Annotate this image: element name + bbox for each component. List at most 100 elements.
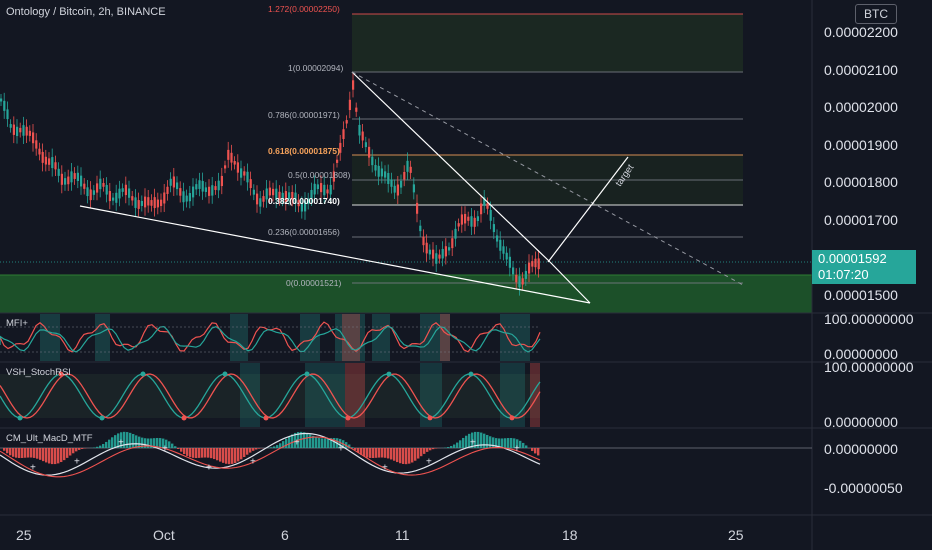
indicator-name-mfi[interactable]: MFI+ [6, 318, 28, 329]
macd-histogram-bar [255, 448, 258, 450]
candle-body [48, 158, 51, 165]
candle-body [185, 195, 188, 202]
candle-body [246, 171, 249, 183]
macd-histogram-bar [102, 443, 105, 448]
macd-histogram-bar [174, 446, 177, 448]
macd-histogram-bar [24, 448, 27, 458]
macd-histogram-bar [273, 446, 276, 448]
candle-body [160, 199, 163, 207]
candle-body [147, 197, 150, 206]
macd-histogram-bar [537, 448, 540, 456]
candle-body [329, 184, 332, 195]
candle-body [524, 270, 527, 279]
currency-button[interactable]: BTC [855, 4, 897, 24]
candle-body [502, 246, 505, 254]
macd-cross-mark: + [382, 462, 388, 473]
candle-body [419, 225, 422, 232]
macd-histogram-bar [42, 448, 45, 462]
candle-body [86, 187, 89, 197]
macd-histogram-bar [459, 440, 462, 448]
macd-histogram-bar [249, 448, 252, 453]
macd-histogram-bar [489, 436, 492, 448]
indicator-name-macd[interactable]: CM_Ult_MacD_MTF [6, 433, 93, 444]
macd-histogram-bar [6, 448, 9, 454]
macd-histogram-bar [429, 448, 432, 451]
stoch-cross-dot [99, 415, 105, 421]
macd-cross-mark: + [74, 457, 80, 468]
macd-histogram-bar [222, 448, 225, 463]
price-label: 0.00001700 [824, 212, 898, 228]
macd-histogram-bar [48, 448, 51, 464]
symbol-title[interactable]: Ontology / Bitcoin, 2h, BINANCE [6, 6, 166, 18]
candle-body [256, 193, 259, 205]
candle-body [387, 173, 390, 185]
macd-histogram-bar [285, 438, 288, 448]
chart-canvas[interactable]: target ++++++++++++ [0, 0, 932, 550]
candle-body [240, 168, 243, 178]
candle-body [438, 254, 441, 259]
date-label: 11 [395, 527, 410, 543]
macd-histogram-bar [135, 435, 138, 448]
candle-body [25, 126, 28, 136]
indicator-name-stochrsi[interactable]: VSH_StochRSI [6, 367, 71, 378]
candle-body [480, 203, 483, 215]
candle-body [249, 179, 252, 189]
candle-body [124, 184, 127, 196]
macd-histogram-bar [432, 448, 435, 450]
candle-body [412, 184, 415, 193]
macd-histogram-bar [321, 438, 324, 448]
stoch-cross-dot [386, 371, 392, 377]
candle-body [316, 184, 319, 190]
macd-histogram-bar [57, 448, 60, 464]
candle-body [233, 161, 236, 165]
candle-body [121, 188, 124, 192]
macd-histogram-bar [324, 438, 327, 448]
candle-body [326, 189, 329, 194]
candle-body [451, 238, 454, 249]
macd-histogram-bar [30, 448, 33, 458]
stoch-highlight [240, 363, 260, 427]
macd-histogram-bar [216, 448, 219, 461]
candle-body [416, 202, 419, 214]
candle-body [89, 189, 92, 201]
candle-body [70, 171, 73, 183]
candle-body [156, 199, 159, 208]
macd-histogram-bar [381, 448, 384, 458]
candle-body [163, 192, 166, 204]
indicator-axis-top: 100.00000000 [824, 359, 914, 375]
candle-body [352, 80, 355, 90]
date-label: 25 [728, 527, 744, 543]
candle-body [211, 185, 214, 196]
candle-body [179, 188, 182, 196]
macd-histogram-bar [63, 448, 66, 461]
candle-body [358, 124, 361, 136]
macd-histogram-bar [402, 448, 405, 464]
candle-body [112, 197, 115, 201]
stoch-cross-dot [345, 415, 351, 421]
date-label: 25 [16, 527, 32, 543]
macd-histogram-bar [198, 448, 201, 458]
candle-body [508, 256, 511, 268]
candle-body [73, 173, 76, 179]
candle-body [83, 183, 86, 189]
macd-histogram-bar [522, 442, 525, 448]
candle-body [3, 100, 6, 111]
macd-histogram-bar [192, 448, 195, 458]
macd-histogram-bar [183, 448, 186, 455]
date-label: 18 [562, 527, 578, 543]
candle-body [473, 217, 476, 227]
candle-body [496, 235, 499, 242]
candle-body [92, 190, 95, 195]
macd-histogram-bar [177, 448, 180, 449]
price-label: 0.00002000 [824, 99, 898, 115]
candle-body [342, 129, 345, 140]
candle-body [105, 184, 108, 195]
macd-histogram-bar [240, 448, 243, 460]
mfi-highlight [440, 314, 450, 361]
macd-histogram-bar [399, 448, 402, 464]
bar-countdown: 01:07:20 [818, 267, 869, 282]
macd-cross-mark: + [470, 438, 476, 449]
macd-histogram-bar [219, 448, 222, 462]
macd-histogram-bar [531, 448, 534, 451]
macd-histogram-bar [534, 448, 537, 454]
